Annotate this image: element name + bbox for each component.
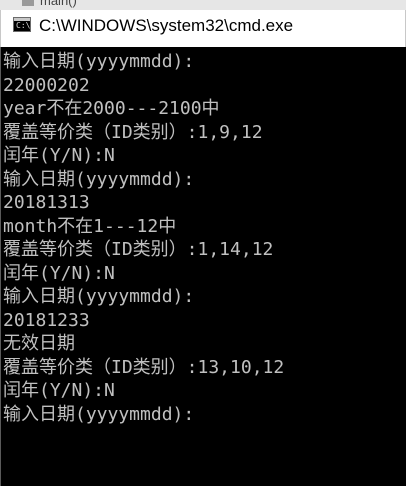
console-line: 覆盖等价类（ID类别）:1,9,12	[3, 121, 263, 143]
console-line: 闰年(Y/N):N	[3, 380, 115, 401]
console-line: 输入日期(yyyymmdd):	[3, 286, 195, 307]
console-line: 22000202	[3, 74, 90, 96]
console-line: 覆盖等价类（ID类别）:13,10,12	[3, 356, 285, 378]
console-line: 闰年(Y/N):N	[3, 145, 115, 166]
icon-prompt-glyph: C:\	[16, 21, 31, 30]
cmd-console-icon[interactable]: C:\	[13, 17, 31, 32]
console-line: month不在1---12中	[3, 215, 177, 237]
console-line: 无效日期	[3, 333, 75, 354]
console-line: 输入日期(yyyymmdd):	[3, 51, 195, 72]
console-line: 输入日期(yyyymmdd):	[3, 168, 195, 190]
console-line: year不在2000---2100中	[3, 98, 220, 119]
background-tab-label: main()	[40, 0, 77, 8]
console-output[interactable]: 输入日期(yyyymmdd): 22000202 year不在2000---2100…	[0, 47, 406, 486]
window-title: C:\WINDOWS\system32\cmd.exe	[39, 16, 294, 35]
title-bar[interactable]: C:\ C:\WINDOWS\system32\cmd.exe	[0, 10, 406, 47]
console-line: 输入日期(yyyymmdd):	[3, 403, 195, 425]
console-line: 覆盖等价类（ID类别）:1,14,12	[3, 239, 274, 260]
console-line: 20181233	[3, 309, 90, 331]
background-window-strip: main()	[0, 0, 406, 10]
background-window-icon	[22, 0, 34, 6]
console-line: 闰年(Y/N):N	[3, 262, 115, 284]
console-lines: 输入日期(yyyymmdd): 22000202 year不在2000---2100…	[3, 50, 284, 426]
cmd-window: main() C:\ C:\WINDOWS\system32\cmd.exe 输…	[0, 0, 406, 486]
console-line: 20181313	[3, 192, 90, 213]
